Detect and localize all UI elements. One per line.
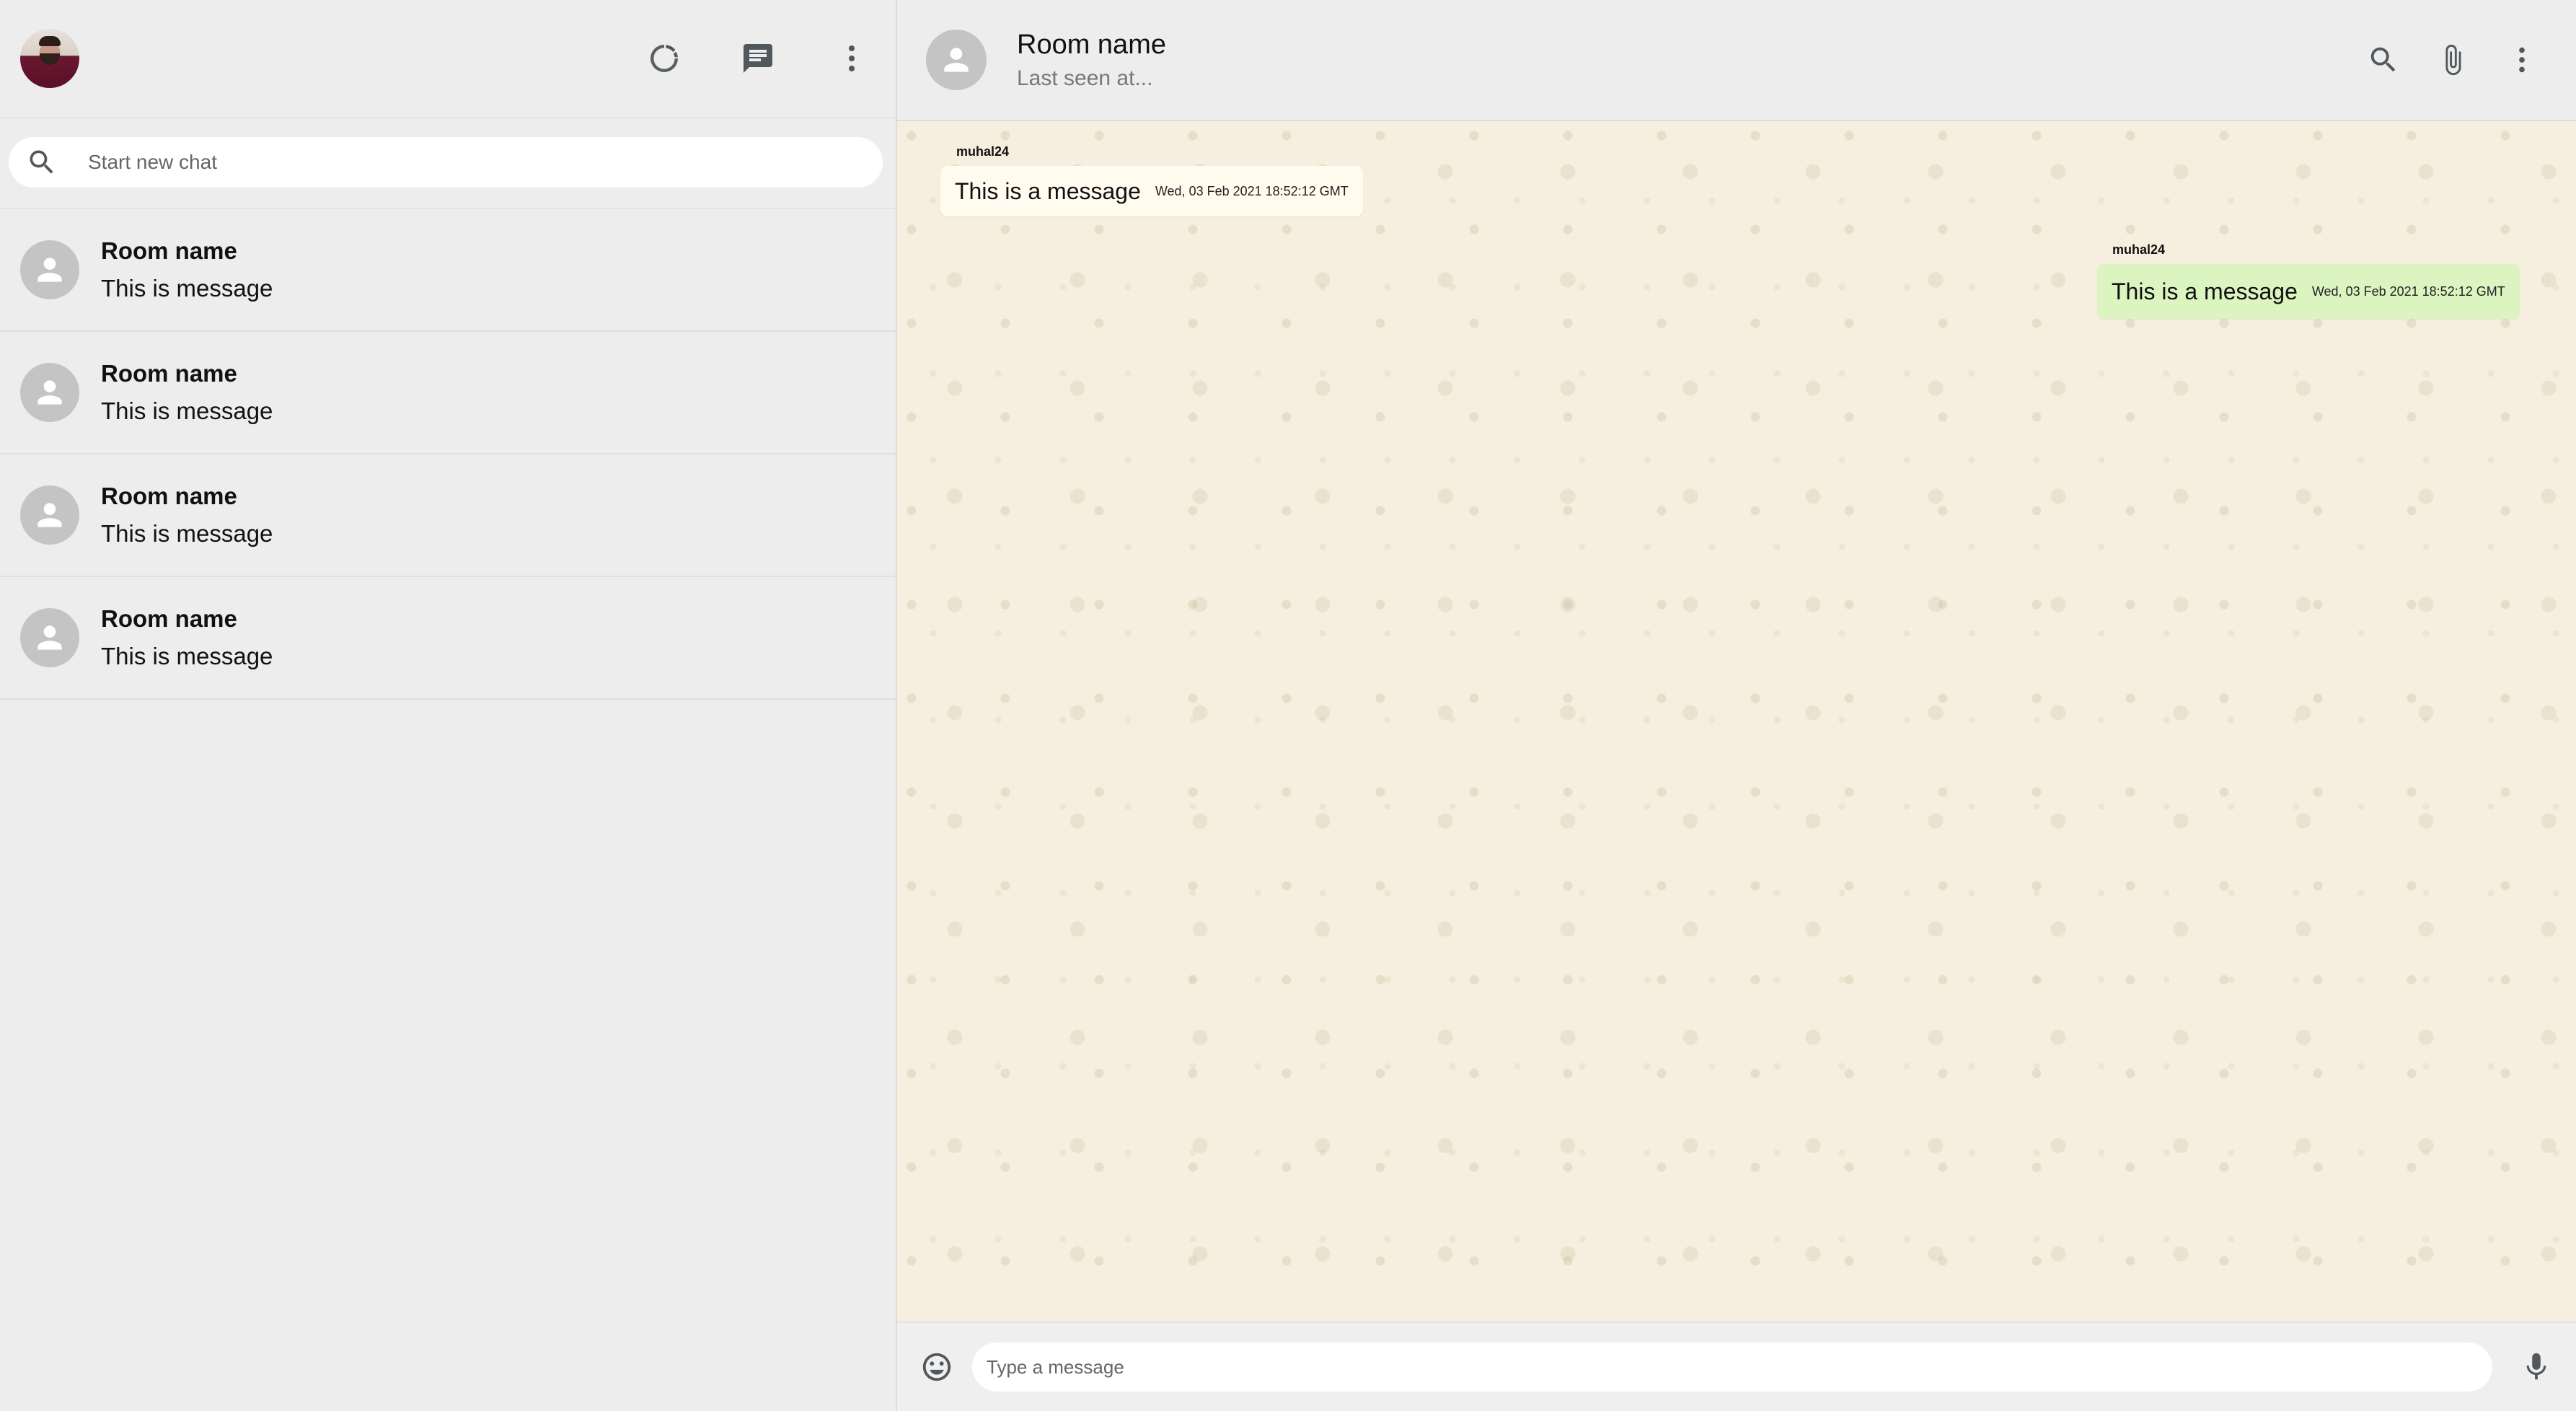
chat-last-message: This is message <box>101 397 273 424</box>
chat-last-message: This is message <box>101 520 273 547</box>
emoji-icon[interactable] <box>912 1342 962 1392</box>
room-avatar <box>20 485 79 545</box>
chat-header-info: Room name Last seen at... <box>1017 30 2358 91</box>
chat-footer <box>897 1322 2576 1411</box>
search-icon <box>30 150 53 174</box>
room-avatar <box>20 240 79 299</box>
chat-list: Room name This is message Room name This… <box>0 209 896 1411</box>
room-avatar[interactable] <box>926 30 987 90</box>
message-bubble-received: This is a message Wed, 03 Feb 2021 18:52… <box>940 166 1363 216</box>
chat-header: Room name Last seen at... <box>897 0 2576 121</box>
status-icon[interactable] <box>639 33 689 84</box>
search-container <box>0 118 896 209</box>
new-chat-icon[interactable] <box>733 33 783 84</box>
sidebar: Room name This is message Room name This… <box>0 0 897 1411</box>
chat-info: Room name This is message <box>101 605 273 670</box>
search-bar <box>9 137 883 188</box>
message-sender: muhal24 <box>2112 242 2166 257</box>
sidebar-header-icons <box>639 33 877 84</box>
chat-name: Room name <box>101 605 237 632</box>
chat-last-message: This is message <box>101 643 273 669</box>
message-timestamp: Wed, 03 Feb 2021 18:52:12 GMT <box>1155 183 1349 198</box>
message-sender: muhal24 <box>956 144 1010 159</box>
chat-name: Room name <box>101 237 237 264</box>
message-input-box <box>972 1342 2492 1392</box>
person-icon <box>38 258 62 282</box>
chat-info: Room name This is message <box>101 360 273 425</box>
chat-list-item[interactable]: Room name This is message <box>0 209 896 332</box>
sidebar-header <box>0 0 896 118</box>
person-icon <box>38 380 62 405</box>
chat-name: Room name <box>101 360 237 387</box>
chat-info: Room name This is message <box>101 483 273 548</box>
chat-header-icons <box>2358 35 2547 85</box>
search-input[interactable] <box>88 151 865 174</box>
chat-list-item[interactable]: Room name This is message <box>0 577 896 700</box>
attach-icon[interactable] <box>2427 35 2478 85</box>
message-area: muhal24 This is a message Wed, 03 Feb 20… <box>897 121 2576 1322</box>
chat-name: Room name <box>101 483 237 509</box>
message-text: This is a message <box>955 177 1141 204</box>
chat-pane: Room name Last seen at... muhal24 This i… <box>897 0 2576 1411</box>
microphone-icon[interactable] <box>2511 1342 2562 1392</box>
message-input[interactable] <box>987 1355 2478 1379</box>
room-title: Room name <box>1017 29 1166 60</box>
chat-info: Room name This is message <box>101 237 273 302</box>
person-icon <box>944 48 969 72</box>
chat-list-item[interactable]: Room name This is message <box>0 332 896 454</box>
chat-list-item[interactable]: Room name This is message <box>0 454 896 577</box>
last-seen: Last seen at... <box>1017 66 1153 90</box>
message-text: This is a message <box>2112 278 2298 304</box>
room-avatar <box>20 363 79 422</box>
user-avatar[interactable] <box>20 29 79 88</box>
person-icon <box>38 625 62 650</box>
message-timestamp: Wed, 03 Feb 2021 18:52:12 GMT <box>2311 283 2505 299</box>
menu-icon[interactable] <box>826 33 877 84</box>
search-icon[interactable] <box>2358 35 2409 85</box>
menu-icon[interactable] <box>2497 35 2547 85</box>
chat-last-message: This is message <box>101 275 273 302</box>
message-bubble-sent: This is a message Wed, 03 Feb 2021 18:52… <box>2097 264 2520 319</box>
app-root: Room name This is message Room name This… <box>0 0 2576 1411</box>
room-avatar <box>20 608 79 667</box>
person-icon <box>38 503 62 527</box>
